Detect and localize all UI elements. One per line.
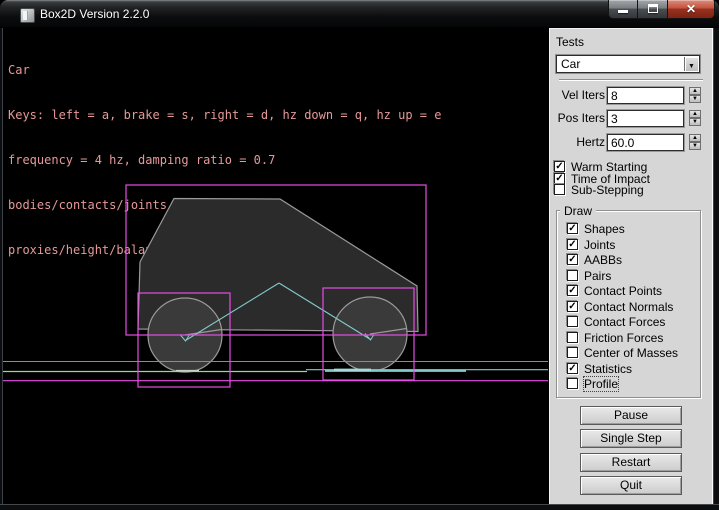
checkbox[interactable] — [567, 332, 578, 343]
tests-selected-value: Car — [561, 57, 580, 71]
minimize-icon — [618, 10, 628, 13]
checkbox-label: Center of Masses — [584, 346, 678, 360]
close-button[interactable]: ✕ — [667, 0, 715, 19]
checkbox-label: Pairs — [584, 269, 611, 283]
checkbox[interactable] — [567, 316, 578, 327]
friction-forces-checkbox-row[interactable]: Friction Forces — [567, 332, 663, 344]
pos-iters-spinner: ▲ ▼ — [689, 110, 701, 127]
checkbox-label: Friction Forces — [584, 331, 663, 345]
simulation-viewport[interactable]: Car Keys: left = a, brake = s, right = d… — [3, 28, 549, 504]
checkbox[interactable]: ✓ — [554, 161, 565, 172]
separator — [559, 79, 703, 81]
pos-iters-label: Pos Iters — [550, 111, 605, 125]
checkbox[interactable]: ✓ — [567, 301, 578, 312]
checkbox[interactable]: ✓ — [567, 223, 578, 234]
joints-checkbox-row[interactable]: ✓ Joints — [567, 239, 615, 251]
hertz-spinner: ▲ ▼ — [689, 134, 701, 151]
hertz-label: Hertz — [550, 135, 605, 149]
maximize-button[interactable] — [638, 0, 667, 19]
hertz-input[interactable] — [607, 134, 684, 151]
window-title: Box2D Version 2.2.0 — [40, 7, 149, 21]
app-window: Box2D Version 2.2.0 ✕ Car Keys: left = a… — [0, 0, 719, 510]
maximize-icon — [648, 4, 658, 13]
shapes-checkbox-row[interactable]: ✓ Shapes — [567, 223, 625, 235]
vel-iters-label: Vel Iters — [550, 88, 605, 102]
contact-normals-checkbox-row[interactable]: ✓ Contact Normals — [567, 301, 673, 313]
checkbox-label: Profile — [584, 377, 618, 391]
window-border-bottom — [0, 504, 719, 510]
spinner-up-icon[interactable]: ▲ — [689, 87, 701, 95]
spinner-down-icon[interactable]: ▼ — [689, 142, 701, 150]
sub-stepping-checkbox-row[interactable]: Sub-Stepping — [554, 184, 644, 196]
contact-forces-checkbox-row[interactable]: Contact Forces — [567, 316, 665, 328]
pairs-checkbox-row[interactable]: Pairs — [567, 270, 611, 282]
tests-combobox[interactable]: Car ▼ — [556, 55, 700, 73]
checkbox-label: Contact Points — [584, 284, 662, 298]
checkbox[interactable]: ✓ — [554, 173, 565, 184]
control-panel: Tests Car ▼ Vel Iters ▲ ▼ Pos Iters ▲ ▼ … — [549, 28, 713, 504]
profile-checkbox-row[interactable]: Profile — [567, 378, 618, 390]
checkbox-label: Joints — [584, 238, 615, 252]
checkbox[interactable] — [567, 270, 578, 281]
restart-button[interactable]: Restart — [580, 453, 682, 472]
spinner-up-icon[interactable]: ▲ — [689, 134, 701, 142]
tests-label: Tests — [556, 35, 584, 49]
checkbox-label: Contact Forces — [584, 315, 665, 329]
checkbox[interactable]: ✓ — [567, 363, 578, 374]
spinner-down-icon[interactable]: ▼ — [689, 95, 701, 103]
close-icon: ✕ — [668, 2, 714, 16]
statistics-checkbox-row[interactable]: ✓ Statistics — [567, 363, 632, 375]
checkbox-label: Contact Normals — [584, 300, 673, 314]
vel-iters-input[interactable] — [607, 87, 684, 104]
center-of-masses-checkbox-row[interactable]: Center of Masses — [567, 347, 678, 359]
minimize-button[interactable] — [608, 0, 638, 19]
app-icon[interactable] — [20, 8, 35, 23]
single-step-button[interactable]: Single Step — [580, 429, 682, 448]
checkbox-label: Statistics — [584, 362, 632, 376]
window-border-left — [0, 28, 3, 504]
checkbox-label: AABBs — [584, 253, 622, 267]
debug-draw-layer — [3, 28, 549, 504]
pos-iters-row: Pos Iters ▲ ▼ — [550, 110, 714, 127]
pos-iters-input[interactable] — [607, 110, 684, 127]
checkbox[interactable]: ✓ — [567, 254, 578, 265]
draw-group-label: Draw — [560, 204, 596, 218]
spinner-up-icon[interactable]: ▲ — [689, 110, 701, 118]
checkbox-label: Sub-Stepping — [571, 183, 644, 197]
chevron-down-icon: ▼ — [688, 63, 695, 70]
vel-iters-row: Vel Iters ▲ ▼ — [550, 87, 714, 104]
window-controls: ✕ — [608, 0, 715, 19]
spinner-down-icon[interactable]: ▼ — [689, 118, 701, 126]
app-icon-glyph — [23, 11, 28, 20]
quit-button[interactable]: Quit — [580, 476, 682, 495]
tests-dropdown-button[interactable]: ▼ — [684, 57, 698, 71]
checkbox[interactable]: ✓ — [567, 285, 578, 296]
pause-button[interactable]: Pause — [580, 406, 682, 425]
checkbox[interactable] — [567, 378, 578, 389]
aabbs-checkbox-row[interactable]: ✓ AABBs — [567, 254, 622, 266]
vel-iters-spinner: ▲ ▼ — [689, 87, 701, 104]
checkbox[interactable] — [554, 184, 565, 195]
checkbox[interactable]: ✓ — [567, 239, 578, 250]
title-bar[interactable]: Box2D Version 2.2.0 ✕ — [0, 0, 719, 28]
hertz-row: Hertz ▲ ▼ — [550, 134, 714, 151]
contact-points-checkbox-row[interactable]: ✓ Contact Points — [567, 285, 662, 297]
checkbox-label: Shapes — [584, 222, 625, 236]
checkbox[interactable] — [567, 347, 578, 358]
window-border-right — [713, 28, 719, 504]
